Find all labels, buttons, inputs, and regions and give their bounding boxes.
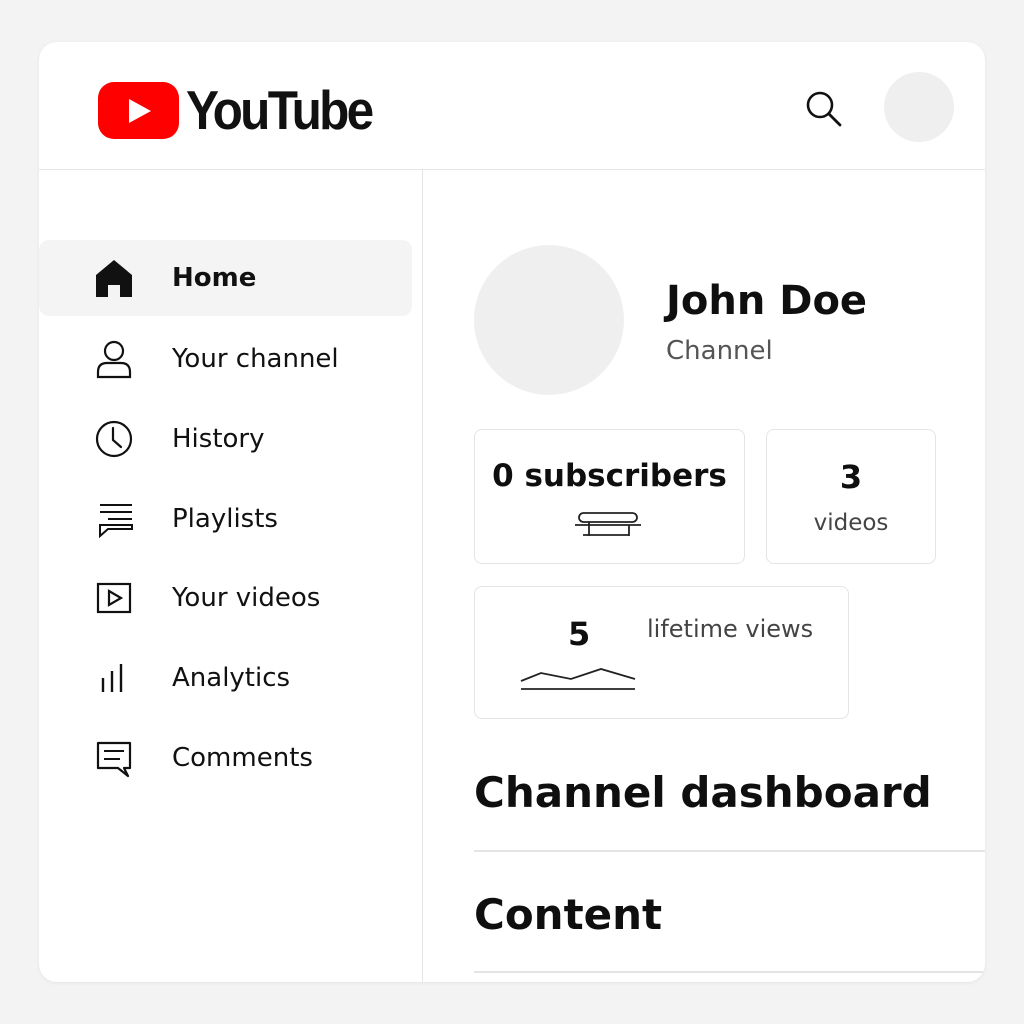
videos-count: 3 — [839, 458, 863, 496]
sidebar: Home Your channel History Playlists Your… — [39, 170, 423, 982]
sidebar-item-your-videos[interactable]: Your videos — [39, 560, 412, 636]
play-logo-icon — [98, 81, 179, 139]
sidebar-item-home[interactable]: Home — [39, 240, 412, 316]
subscribers-count: 0 subscribers — [492, 458, 727, 494]
clock-icon — [93, 418, 135, 460]
divider — [474, 971, 985, 973]
views-count: 5 — [568, 615, 591, 653]
sidebar-item-comments[interactable]: Comments — [39, 720, 412, 796]
account-avatar[interactable] — [884, 72, 954, 142]
videos-card: 3 videos — [766, 429, 936, 564]
sidebar-item-label: Playlists — [172, 504, 278, 534]
views-label: lifetime views — [647, 615, 814, 643]
channel-name: John Doe — [666, 278, 868, 324]
channel-type-label: Channel — [666, 336, 773, 366]
playlist-icon — [93, 498, 135, 540]
subscribers-trend-icon — [575, 512, 641, 536]
sidebar-item-label: Your videos — [172, 583, 321, 613]
comment-icon — [93, 737, 135, 779]
top-bar: YouTube — [39, 42, 985, 170]
search-button[interactable] — [801, 86, 847, 132]
youtube-logo[interactable]: YouTube — [98, 79, 392, 141]
person-icon — [93, 338, 135, 380]
video-icon — [93, 577, 135, 619]
sidebar-item-playlists[interactable]: Playlists — [39, 481, 412, 557]
channel-dashboard-heading[interactable]: Channel dashboard — [474, 768, 932, 817]
views-sparkline-icon — [520, 668, 636, 690]
sidebar-item-label: History — [172, 424, 265, 454]
content-heading[interactable]: Content — [474, 890, 662, 939]
bar-chart-icon — [93, 657, 135, 699]
videos-label: videos — [813, 510, 889, 536]
sidebar-item-label: Comments — [172, 743, 313, 773]
divider — [474, 850, 985, 852]
sidebar-item-your-channel[interactable]: Your channel — [39, 321, 412, 397]
app-window: YouTube Home Your channel History Playli… — [39, 42, 985, 982]
channel-avatar[interactable] — [474, 245, 624, 395]
logo-text: YouTube — [186, 79, 374, 141]
sidebar-item-analytics[interactable]: Analytics — [39, 640, 412, 716]
search-icon — [806, 91, 842, 127]
sidebar-item-label: Analytics — [172, 663, 291, 693]
sidebar-item-label: Home — [172, 263, 257, 293]
main-content: John Doe Channel 0 subscribers 3 videos … — [424, 170, 985, 982]
sidebar-item-label: Your channel — [172, 344, 339, 374]
home-icon — [93, 257, 135, 299]
views-card: 5 lifetime views — [474, 586, 849, 719]
subscribers-card: 0 subscribers — [474, 429, 745, 564]
sidebar-item-history[interactable]: History — [39, 401, 412, 477]
